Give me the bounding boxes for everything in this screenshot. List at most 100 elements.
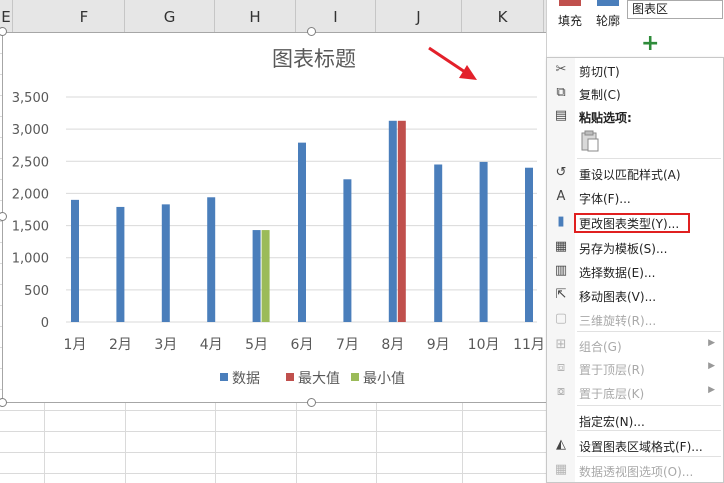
group-icon: ⊞ (555, 337, 567, 352)
chart-bars[interactable] (71, 120, 533, 323)
select-data-icon: ▥ (554, 263, 568, 278)
column-header-k[interactable]: K (462, 0, 544, 32)
menu-item-label: 数据透视图选项(O)... (579, 465, 694, 479)
submenu-arrow-icon: ▶ (708, 385, 715, 395)
menu-separator (577, 456, 721, 457)
legend-label: 最小值 (363, 371, 405, 387)
menu-separator (577, 430, 721, 431)
fill-color-swatch (559, 0, 581, 6)
x-axis-labels: 1月 2月 3月 4月 5月 6月 7月 8月 9月 10月 11月 (64, 337, 545, 353)
chart-element-dropdown[interactable]: 图表区 (627, 0, 723, 19)
bar-最小值-5月[interactable] (261, 230, 270, 322)
outline-color-swatch (597, 0, 619, 6)
x-tick-label: 3月 (154, 337, 177, 353)
chart-area[interactable]: 图表标题 0 500 1,000 1,500 2,000 2,500 3,000 3,500 … (2, 32, 548, 403)
legend-entry-1[interactable]: 最大值 (286, 371, 340, 387)
column-header-f[interactable]: F (44, 0, 125, 32)
bring-front-icon: ⧈ (556, 360, 566, 375)
y-tick-label: 1,500 (12, 220, 49, 235)
menu-item-label: 三维旋转(R)... (579, 314, 657, 328)
bar-数据-3月[interactable] (161, 204, 170, 322)
bar-数据-11月[interactable] (525, 167, 533, 322)
menu-item-pivot-options[interactable]: ▦ 数据透视图选项(O)... (547, 459, 723, 481)
format-ribbon: 填充 轮廓 图表区 + (546, 0, 724, 59)
bar-数据-6月[interactable] (298, 142, 306, 322)
menu-item-3d-rotation[interactable]: ▢ 三维旋转(R)... (547, 308, 723, 330)
menu-item-bring-front[interactable]: ⧈ 置于顶层(R) ▶ (547, 357, 723, 379)
bar-最大值-8月[interactable] (397, 120, 406, 323)
menu-item-label: 指定宏(N)... (579, 415, 645, 429)
paste-keep-format-icon[interactable] (581, 130, 599, 152)
column-header-h[interactable]: H (215, 0, 296, 32)
menu-item-paste-options[interactable]: ▤ 粘贴选项: (547, 105, 723, 127)
font-icon: A (556, 189, 566, 204)
legend-label: 数据 (232, 371, 260, 387)
bar-数据-4月[interactable] (207, 197, 216, 322)
menu-item-font[interactable]: A 字体(F)... (547, 186, 723, 208)
x-tick-label: 9月 (427, 337, 450, 353)
x-tick-label: 1月 (64, 337, 87, 353)
menu-item-move-chart[interactable]: ⇱ 移动图表(V)... (547, 284, 723, 306)
y-tick-label: 3,500 (12, 91, 49, 106)
plus-icon[interactable]: + (641, 33, 659, 55)
menu-item-assign-macro[interactable]: 指定宏(N)... (547, 409, 723, 431)
y-tick-label: 500 (24, 284, 49, 299)
menu-item-label: 选择数据(E)... (579, 266, 656, 280)
paste-icon: ▤ (554, 108, 568, 123)
pivot-icon: ▦ (554, 462, 568, 477)
legend-entry-0[interactable]: 数据 (220, 371, 260, 387)
menu-separator (577, 158, 721, 159)
menu-item-label: 字体(F)... (579, 192, 631, 206)
outline-label: 轮廓 (595, 14, 620, 28)
template-icon: ▦ (554, 239, 568, 254)
bar-数据-7月[interactable] (343, 179, 352, 322)
legend-label: 最大值 (298, 371, 340, 387)
column-header-j[interactable]: J (376, 0, 462, 32)
x-tick-label: 8月 (381, 337, 404, 353)
y-tick-label: 2,000 (12, 187, 49, 202)
menu-item-label: 另存为模板(S)... (579, 242, 668, 256)
menu-item-reset-style[interactable]: ↺ 重设以匹配样式(A) (547, 162, 723, 184)
cube-icon: ▢ (554, 311, 568, 326)
bar-chart[interactable]: 图表标题 05001,0001,5002,0002,5003,0003,500 … (3, 33, 547, 402)
legend-entry-2[interactable]: 最小值 (351, 371, 405, 387)
bar-数据-8月[interactable] (388, 120, 397, 323)
context-menu[interactable]: ✂ 剪切(T) ⧉ 复制(C) ▤ 粘贴选项: ↺ 重设以匹配样式(A) A 字体(F)... ▮ 更… (546, 57, 724, 483)
y-tick-label: 1,000 (12, 252, 49, 267)
menu-item-label: 组合(G) (579, 340, 622, 354)
menu-item-send-back[interactable]: ⧇ 置于底层(K) ▶ (547, 381, 723, 403)
menu-item-format-chart-area[interactable]: ◭ 设置图表区域格式(F)... (547, 434, 723, 456)
chart-type-icon: ▮ (557, 214, 565, 229)
chart-title[interactable]: 图表标题 (272, 47, 356, 71)
x-tick-label: 6月 (291, 337, 314, 353)
menu-item-save-template[interactable]: ▦ 另存为模板(S)... (547, 236, 723, 258)
resize-handle-bottom[interactable] (307, 398, 316, 407)
send-back-icon: ⧇ (556, 384, 566, 399)
menu-item-label: 置于底层(K) (579, 387, 645, 401)
outline-button[interactable]: 轮廓 (591, 0, 625, 44)
column-header-g[interactable]: G (125, 0, 215, 32)
menu-item-group[interactable]: ⊞ 组合(G) ▶ (547, 334, 723, 356)
fill-button[interactable]: 填充 (553, 0, 587, 44)
menu-item-copy[interactable]: ⧉ 复制(C) (547, 82, 723, 104)
y-tick-label: 2,500 (12, 155, 49, 170)
menu-item-label: 设置图表区域格式(F)... (579, 440, 703, 454)
y-axis-labels: 0 500 1,000 1,500 2,000 2,500 3,000 3,500 (12, 91, 49, 331)
menu-item-label: 置于顶层(R) (579, 363, 645, 377)
chart-legend[interactable]: 数据 最大值 最小值 (220, 371, 405, 387)
bar-数据-1月[interactable] (71, 199, 79, 322)
bar-数据-10月[interactable] (479, 161, 488, 322)
legend-swatch (351, 373, 359, 381)
move-chart-icon: ⇱ (555, 287, 567, 302)
menu-item-select-data[interactable]: ▥ 选择数据(E)... (547, 260, 723, 282)
bar-数据-2月[interactable] (116, 206, 125, 322)
menu-item-label: 粘贴选项: (579, 111, 632, 125)
scissors-icon: ✂ (555, 62, 567, 77)
resize-handle-top[interactable] (307, 27, 316, 36)
x-tick-label: 11月 (513, 337, 545, 353)
format-area-icon: ◭ (556, 437, 566, 452)
bar-数据-9月[interactable] (434, 164, 443, 323)
submenu-arrow-icon: ▶ (708, 361, 715, 371)
bar-数据-5月[interactable] (252, 230, 261, 322)
menu-item-cut[interactable]: ✂ 剪切(T) (547, 59, 723, 81)
